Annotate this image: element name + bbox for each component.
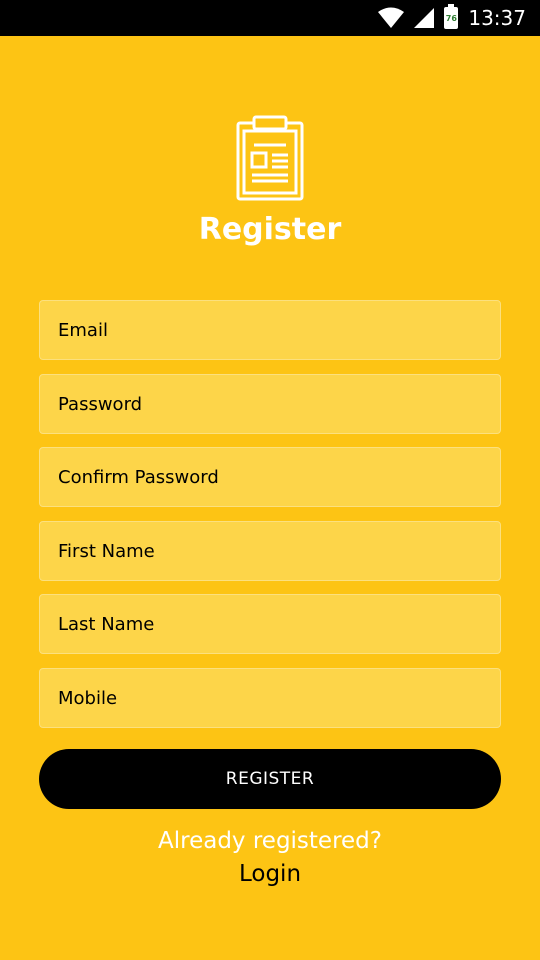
battery-icon: 76 — [444, 4, 459, 29]
password-field[interactable] — [58, 375, 500, 433]
confirm-password-field[interactable] — [58, 448, 500, 506]
status-bar: 76 13:37 — [0, 0, 540, 36]
first-name-field[interactable] — [58, 522, 500, 580]
page-title: Register — [198, 212, 342, 247]
register-button[interactable]: REGISTER — [39, 749, 501, 809]
mobile-field-container[interactable] — [39, 668, 501, 728]
email-field-container[interactable] — [39, 300, 501, 360]
battery-level: 76 — [445, 13, 457, 23]
clipboard-icon — [236, 115, 304, 201]
password-field-container[interactable] — [39, 374, 501, 434]
already-registered-text: Already registered? — [158, 828, 382, 854]
mobile-field[interactable] — [58, 669, 500, 727]
first-name-field-container[interactable] — [39, 521, 501, 581]
confirm-password-field-container[interactable] — [39, 447, 501, 507]
wifi-icon — [378, 7, 405, 29]
last-name-field[interactable] — [58, 595, 500, 653]
signal-icon — [414, 8, 435, 28]
status-clock: 13:37 — [468, 6, 526, 30]
email-field[interactable] — [58, 301, 500, 359]
last-name-field-container[interactable] — [39, 594, 501, 654]
login-link[interactable]: Login — [0, 861, 540, 887]
